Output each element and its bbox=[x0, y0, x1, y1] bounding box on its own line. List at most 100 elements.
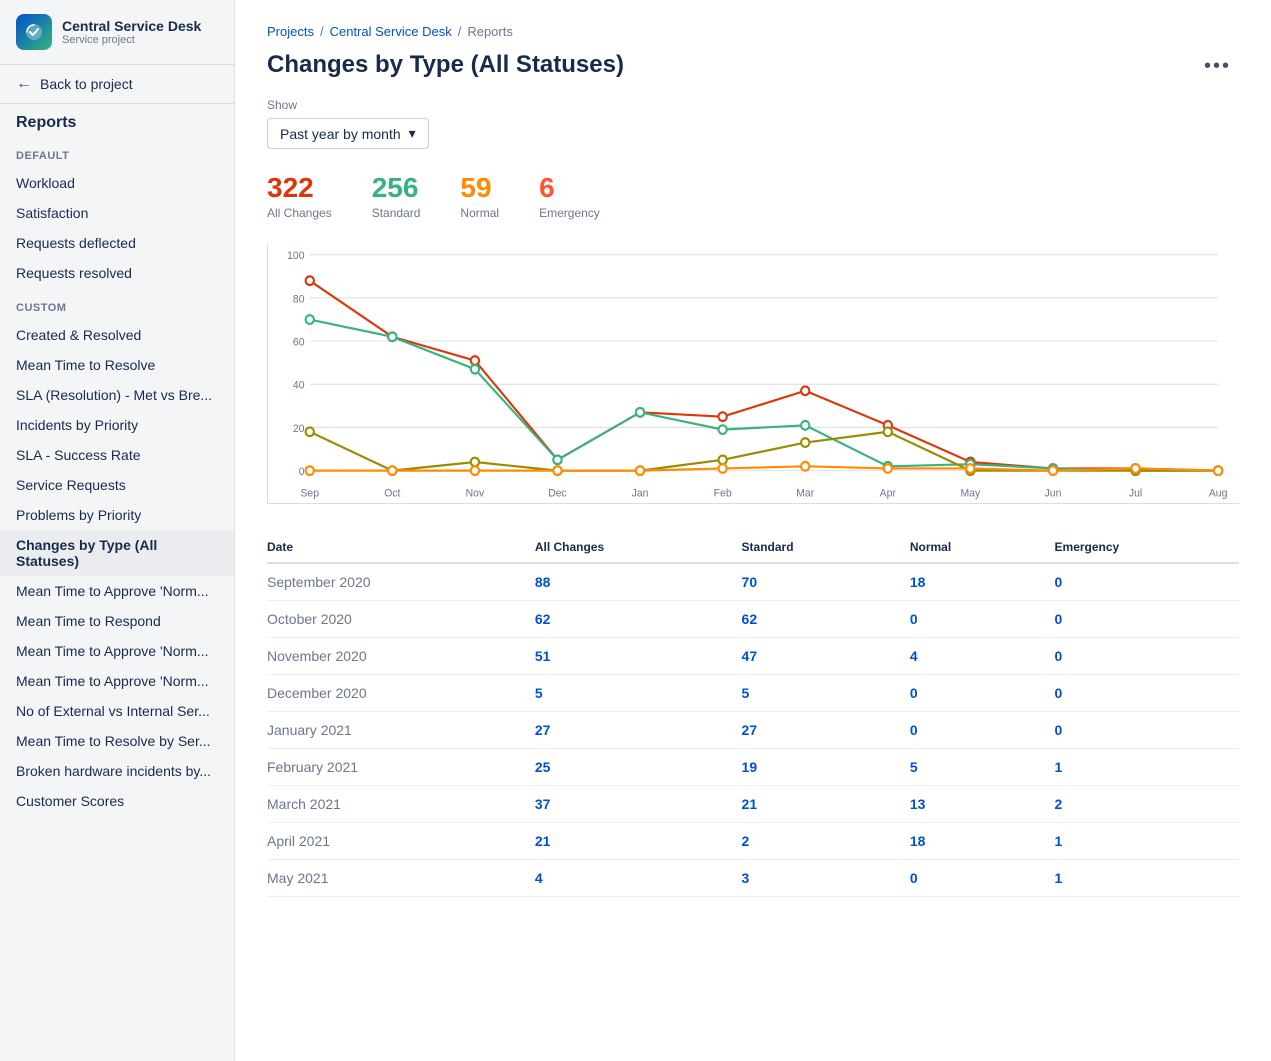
sidebar-item-mean-approve-norm1[interactable]: Mean Time to Approve 'Norm... bbox=[0, 576, 234, 606]
cell-emergency: 2 bbox=[1043, 785, 1239, 822]
cell-standard: 27 bbox=[730, 711, 898, 748]
sidebar-reports-header: Reports bbox=[0, 104, 234, 136]
cell-standard: 21 bbox=[730, 785, 898, 822]
cell-emergency: 1 bbox=[1043, 748, 1239, 785]
svg-text:Jan: Jan bbox=[632, 487, 649, 499]
cell-normal: 18 bbox=[898, 822, 1043, 859]
cell-all: 88 bbox=[523, 563, 730, 601]
table-row: January 2021 27 27 0 0 bbox=[267, 711, 1239, 748]
chart-container: 020406080100SepOctNovDecJanFebMarAprMayJ… bbox=[267, 244, 1239, 504]
more-options-button[interactable]: ••• bbox=[1196, 51, 1239, 82]
sidebar-item-mean-approve-norm2[interactable]: Mean Time to Approve 'Norm... bbox=[0, 636, 234, 666]
dropdown-label: Past year by month bbox=[280, 126, 401, 142]
stat-label-standard: Standard bbox=[372, 206, 421, 220]
svg-text:60: 60 bbox=[293, 336, 305, 348]
cell-standard: 2 bbox=[730, 822, 898, 859]
table-row: May 2021 4 3 0 1 bbox=[267, 859, 1239, 896]
cell-standard: 62 bbox=[730, 600, 898, 637]
cell-date: October 2020 bbox=[267, 600, 523, 637]
cell-all: 21 bbox=[523, 822, 730, 859]
sidebar-item-incidents-priority[interactable]: Incidents by Priority bbox=[0, 410, 234, 440]
back-icon: ← bbox=[16, 75, 32, 93]
cell-date: March 2021 bbox=[267, 785, 523, 822]
sidebar-item-sla-success[interactable]: SLA - Success Rate bbox=[0, 440, 234, 470]
sidebar-item-changes-type[interactable]: Changes by Type (All Statuses) bbox=[0, 530, 234, 576]
stat-label-all-changes: All Changes bbox=[267, 206, 332, 220]
svg-text:Mar: Mar bbox=[796, 487, 814, 499]
cell-emergency: 0 bbox=[1043, 711, 1239, 748]
sidebar-item-problems-priority[interactable]: Problems by Priority bbox=[0, 500, 234, 530]
chevron-down-icon: ▾ bbox=[409, 125, 416, 142]
sidebar: Central Service Desk Service project ← B… bbox=[0, 0, 235, 1061]
sidebar-item-customer-scores[interactable]: Customer Scores bbox=[0, 786, 234, 816]
back-to-project-button[interactable]: ← Back to project bbox=[0, 65, 234, 104]
sidebar-item-sla-resolution[interactable]: SLA (Resolution) - Met vs Bre... bbox=[0, 380, 234, 410]
custom-section-title: CUSTOM bbox=[0, 288, 234, 320]
stat-emergency: 6 Emergency bbox=[539, 173, 600, 220]
svg-text:May: May bbox=[961, 487, 981, 499]
cell-normal: 0 bbox=[898, 674, 1043, 711]
cell-standard: 70 bbox=[730, 563, 898, 601]
breadcrumb-sep-2: / bbox=[458, 24, 462, 39]
sidebar-item-satisfaction[interactable]: Satisfaction bbox=[0, 198, 234, 228]
cell-date: November 2020 bbox=[267, 637, 523, 674]
cell-emergency: 0 bbox=[1043, 563, 1239, 601]
default-section-title: DEFAULT bbox=[0, 136, 234, 168]
sidebar-item-workload[interactable]: Workload bbox=[0, 168, 234, 198]
breadcrumb-reports: Reports bbox=[467, 24, 513, 39]
data-table: Date All Changes Standard Normal Emergen… bbox=[267, 532, 1239, 897]
cell-all: 37 bbox=[523, 785, 730, 822]
sidebar-item-requests-deflected[interactable]: Requests deflected bbox=[0, 228, 234, 258]
breadcrumb-projects[interactable]: Projects bbox=[267, 24, 314, 39]
brand-icon bbox=[16, 14, 52, 50]
sidebar-item-external-internal[interactable]: No of External vs Internal Ser... bbox=[0, 696, 234, 726]
cell-emergency: 0 bbox=[1043, 600, 1239, 637]
sidebar-item-mean-time-respond[interactable]: Mean Time to Respond bbox=[0, 606, 234, 636]
sidebar-item-mean-approve-norm3[interactable]: Mean Time to Approve 'Norm... bbox=[0, 666, 234, 696]
cell-standard: 19 bbox=[730, 748, 898, 785]
col-emergency: Emergency bbox=[1043, 532, 1239, 563]
svg-text:Feb: Feb bbox=[714, 487, 732, 499]
cell-standard: 5 bbox=[730, 674, 898, 711]
svg-text:0: 0 bbox=[299, 466, 305, 478]
show-label: Show bbox=[267, 98, 1239, 112]
cell-all: 27 bbox=[523, 711, 730, 748]
stat-label-normal: Normal bbox=[460, 206, 499, 220]
svg-text:Aug: Aug bbox=[1209, 487, 1228, 499]
cell-emergency: 1 bbox=[1043, 822, 1239, 859]
page-header: Changes by Type (All Statuses) ••• bbox=[267, 51, 1239, 82]
col-normal: Normal bbox=[898, 532, 1043, 563]
sidebar-item-created-resolved[interactable]: Created & Resolved bbox=[0, 320, 234, 350]
cell-emergency: 1 bbox=[1043, 859, 1239, 896]
cell-normal: 13 bbox=[898, 785, 1043, 822]
cell-date: September 2020 bbox=[267, 563, 523, 601]
sidebar-item-service-requests[interactable]: Service Requests bbox=[0, 470, 234, 500]
main-content: Projects / Central Service Desk / Report… bbox=[235, 0, 1271, 1061]
sidebar-item-mean-resolve-ser[interactable]: Mean Time to Resolve by Ser... bbox=[0, 726, 234, 756]
svg-text:80: 80 bbox=[293, 293, 305, 305]
table-row: February 2021 25 19 5 1 bbox=[267, 748, 1239, 785]
chart-svg: 020406080100SepOctNovDecJanFebMarAprMayJ… bbox=[268, 244, 1239, 503]
time-range-dropdown[interactable]: Past year by month ▾ bbox=[267, 118, 429, 149]
sidebar-item-broken-hardware[interactable]: Broken hardware incidents by... bbox=[0, 756, 234, 786]
cell-all: 62 bbox=[523, 600, 730, 637]
cell-standard: 47 bbox=[730, 637, 898, 674]
cell-date: April 2021 bbox=[267, 822, 523, 859]
stat-all-changes: 322 All Changes bbox=[267, 173, 332, 220]
cell-normal: 4 bbox=[898, 637, 1043, 674]
svg-text:20: 20 bbox=[293, 422, 305, 434]
page-title: Changes by Type (All Statuses) bbox=[267, 51, 624, 79]
sidebar-item-requests-resolved[interactable]: Requests resolved bbox=[0, 258, 234, 288]
cell-all: 51 bbox=[523, 637, 730, 674]
cell-normal: 0 bbox=[898, 711, 1043, 748]
stat-standard: 256 Standard bbox=[372, 173, 421, 220]
table-row: December 2020 5 5 0 0 bbox=[267, 674, 1239, 711]
cell-normal: 0 bbox=[898, 600, 1043, 637]
svg-text:Jul: Jul bbox=[1129, 487, 1142, 499]
breadcrumb-central-service-desk[interactable]: Central Service Desk bbox=[330, 24, 452, 39]
cell-emergency: 0 bbox=[1043, 674, 1239, 711]
sidebar-item-mean-time-resolve[interactable]: Mean Time to Resolve bbox=[0, 350, 234, 380]
table-row: September 2020 88 70 18 0 bbox=[267, 563, 1239, 601]
cell-emergency: 0 bbox=[1043, 637, 1239, 674]
table-row: October 2020 62 62 0 0 bbox=[267, 600, 1239, 637]
